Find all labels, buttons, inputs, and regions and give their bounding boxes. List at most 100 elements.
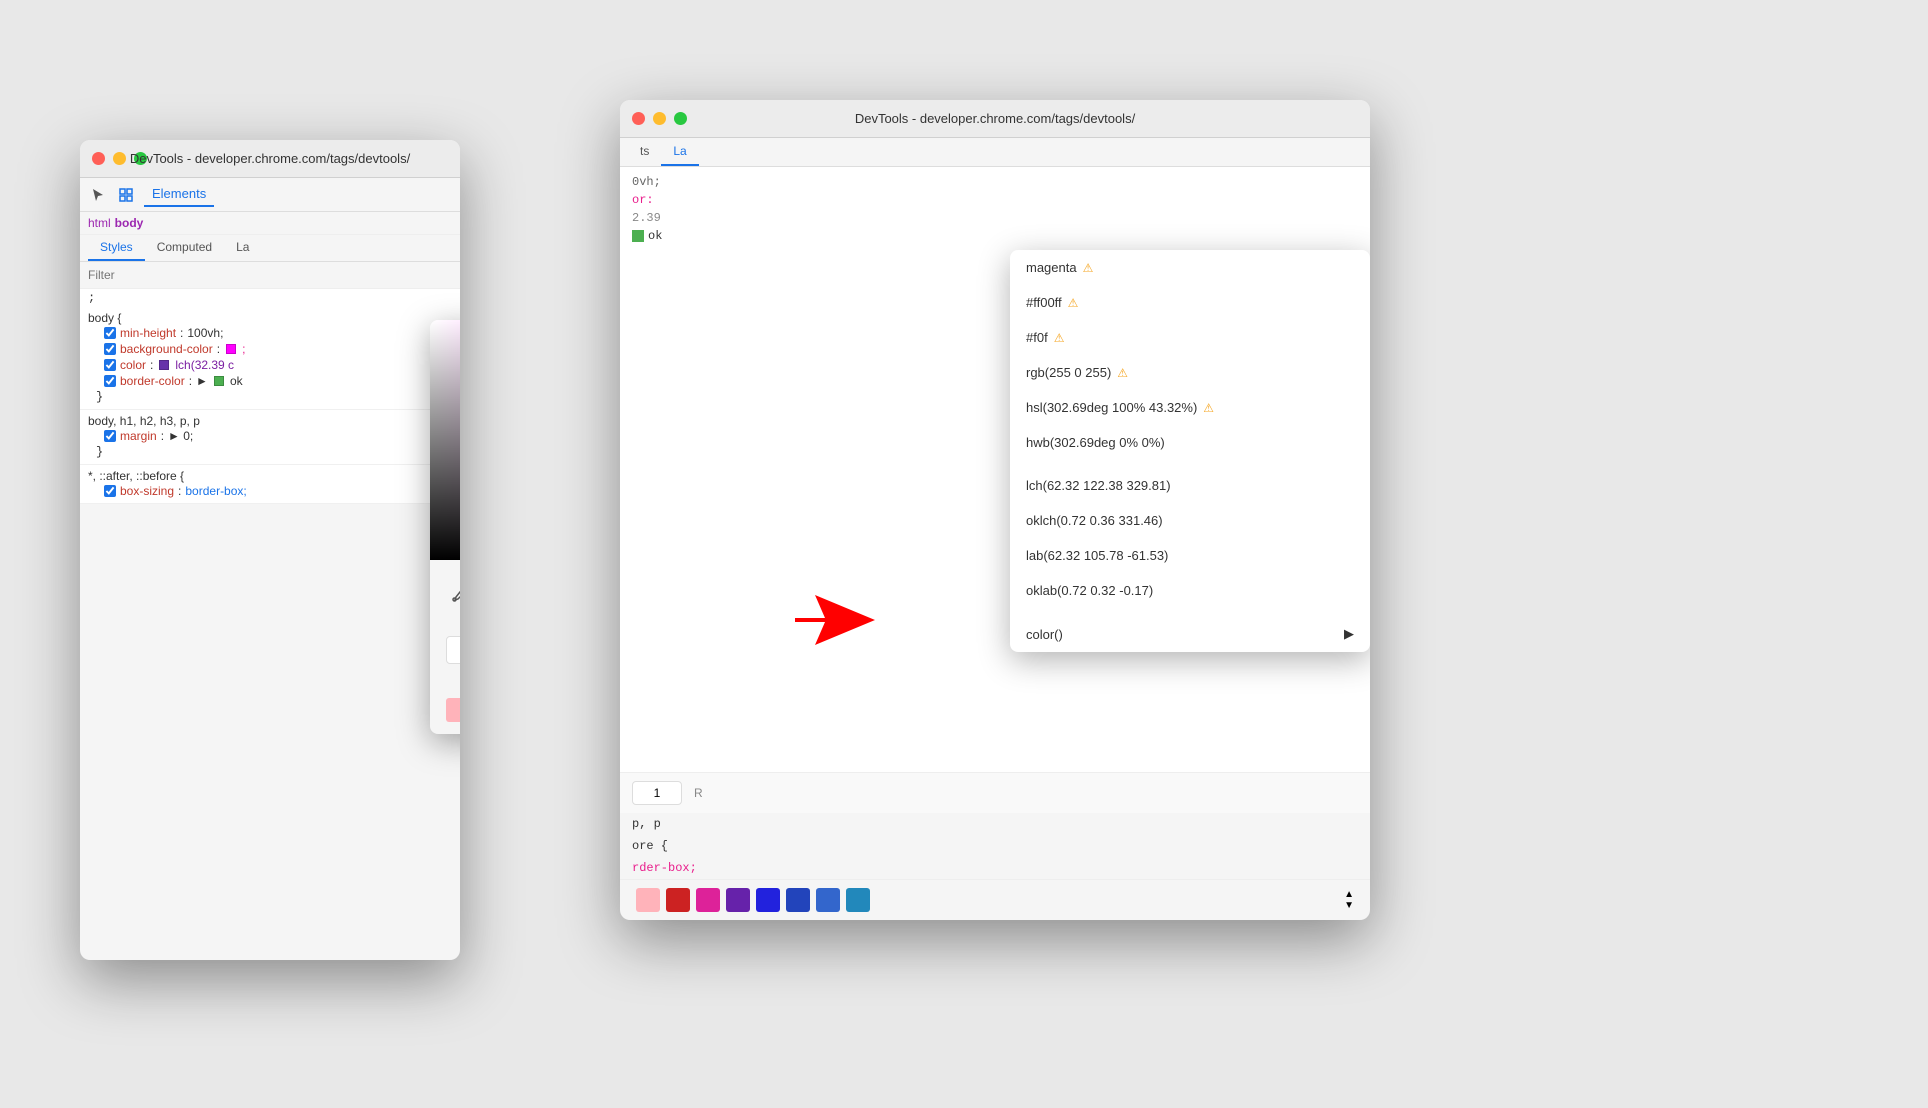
format-lch[interactable]: lch(62.32 122.38 329.81)	[1010, 468, 1370, 503]
back-tab-la[interactable]: La	[661, 138, 698, 166]
color-gradient[interactable]: sRGB	[430, 320, 460, 560]
picker-controls	[430, 560, 460, 628]
css-prop-bg-color: background-color : ;	[88, 341, 452, 357]
css-separator: ;	[80, 289, 460, 307]
back-swatch-5[interactable]	[756, 888, 780, 912]
cursor-icon[interactable]	[88, 185, 108, 205]
margin-checkbox[interactable]	[104, 430, 116, 442]
border-color-arrow: ►	[196, 374, 208, 388]
front-close-button[interactable]	[92, 152, 105, 165]
css-rule-universal: *, ::after, ::before { box-sizing : bord…	[80, 465, 460, 504]
styles-panel: ; body { min-height : 100vh; background-…	[80, 289, 460, 504]
format-f0f-label: #f0f	[1026, 330, 1048, 345]
front-elements-tab[interactable]: Elements	[144, 182, 214, 207]
format-hsl-warning: ⚠	[1203, 401, 1214, 415]
format-ff00ff[interactable]: #ff00ff ⚠	[1010, 285, 1370, 320]
box-sizing-value: border-box;	[185, 484, 246, 498]
back-r-label: R	[694, 786, 703, 800]
back-value-input[interactable]	[632, 781, 682, 805]
back-devtools-window: DevTools - developer.chrome.com/tags/dev…	[620, 100, 1370, 920]
swatch-1[interactable]	[446, 698, 460, 722]
format-magenta[interactable]: magenta ⚠	[1010, 250, 1370, 285]
body-selector: body {	[88, 311, 452, 325]
format-hsl-label: hsl(302.69deg 100% 43.32%)	[1026, 400, 1197, 415]
back-swatch-8[interactable]	[846, 888, 870, 912]
inspect-icon[interactable]	[116, 185, 136, 205]
swatches-up-btn[interactable]: ▲	[1344, 890, 1354, 900]
back-swatch-1[interactable]	[636, 888, 660, 912]
headings-rule-close: }	[88, 444, 452, 460]
back-swatch-4[interactable]	[726, 888, 750, 912]
front-minimize-button[interactable]	[113, 152, 126, 165]
color-swatches: ▲ ▼	[430, 690, 460, 734]
css-prop-color: color : lch(32.39 c	[88, 357, 452, 373]
back-maximize-button[interactable]	[674, 112, 687, 125]
format-rgb-warning: ⚠	[1117, 366, 1128, 380]
back-swatch-3[interactable]	[696, 888, 720, 912]
format-lab[interactable]: lab(62.32 105.78 -61.53)	[1010, 538, 1370, 573]
bg-color-prop-name: background-color	[120, 342, 213, 356]
box-sizing-checkbox[interactable]	[104, 485, 116, 497]
format-divider-2	[1010, 608, 1370, 616]
color-prop-name: color	[120, 358, 146, 372]
body-rule-close: }	[88, 389, 452, 405]
border-color-swatch[interactable]	[214, 376, 224, 386]
front-devtools-window: DevTools - developer.chrome.com/tags/dev…	[80, 140, 460, 960]
styles-sub-tabs: Styles Computed La	[80, 235, 460, 262]
min-height-checkbox[interactable]	[104, 327, 116, 339]
sub-tab-computed[interactable]: Computed	[145, 235, 224, 261]
format-oklab-label: oklab(0.72 0.32 -0.17)	[1026, 583, 1153, 598]
back-swatches-row: ▲ ▼	[620, 879, 1370, 920]
format-oklab[interactable]: oklab(0.72 0.32 -0.17)	[1010, 573, 1370, 608]
eyedropper-button[interactable]	[446, 580, 460, 608]
back-swatch-2[interactable]	[666, 888, 690, 912]
css-prop-min-height: min-height : 100vh;	[88, 325, 452, 341]
picker-inputs: R G B A ▲ ▼	[430, 628, 460, 690]
sub-tab-styles[interactable]: Styles	[88, 235, 145, 261]
box-sizing-colon: :	[178, 484, 181, 498]
format-lab-label: lab(62.32 105.78 -61.53)	[1026, 548, 1168, 563]
css-prop-border-color: border-color : ► ok	[88, 373, 452, 389]
format-ff00ff-warning: ⚠	[1068, 296, 1079, 310]
back-swatch-7[interactable]	[816, 888, 840, 912]
back-tab-ts[interactable]: ts	[628, 138, 661, 166]
front-window-title: DevTools - developer.chrome.com/tags/dev…	[130, 151, 410, 166]
front-toolbar: Elements	[80, 178, 460, 212]
format-hwb[interactable]: hwb(302.69deg 0% 0%)	[1010, 425, 1370, 460]
color-checkbox[interactable]	[104, 359, 116, 371]
format-hsl[interactable]: hsl(302.69deg 100% 43.32%) ⚠	[1010, 390, 1370, 425]
format-hwb-label: hwb(302.69deg 0% 0%)	[1026, 435, 1165, 450]
format-oklch[interactable]: oklch(0.72 0.36 331.46)	[1010, 503, 1370, 538]
border-color-checkbox[interactable]	[104, 375, 116, 387]
format-oklch-label: oklch(0.72 0.36 331.46)	[1026, 513, 1163, 528]
css-rule-body: body { min-height : 100vh; background-co…	[80, 307, 460, 410]
swatches-down-btn[interactable]: ▼	[1344, 901, 1354, 911]
back-swatch-6[interactable]	[786, 888, 810, 912]
format-color-fn-label: color()	[1026, 627, 1063, 642]
format-f0f[interactable]: #f0f ⚠	[1010, 320, 1370, 355]
color-swatch[interactable]	[159, 360, 169, 370]
rgba-inputs: R G B A	[446, 636, 460, 678]
back-window-titlebar: DevTools - developer.chrome.com/tags/dev…	[620, 100, 1370, 138]
breadcrumb-html[interactable]: html	[88, 216, 111, 230]
format-dropdown: magenta ⚠ #ff00ff ⚠ #f0f ⚠ rgb(255 0 255…	[1010, 250, 1370, 652]
breadcrumb-body[interactable]: body	[115, 216, 144, 230]
css-prop-margin: margin : ► 0;	[88, 428, 452, 444]
min-height-colon: :	[180, 326, 183, 340]
filter-input[interactable]	[88, 268, 452, 282]
format-rgb[interactable]: rgb(255 0 255) ⚠	[1010, 355, 1370, 390]
body-headings-selector: body, h1, h2, h3, p, p	[88, 414, 452, 428]
front-devtools-content: Elements html body Styles Computed La ; …	[80, 178, 460, 960]
box-sizing-prop-name: box-sizing	[120, 484, 174, 498]
color-picker-popup: sRGB	[430, 320, 460, 734]
back-window-title: DevTools - developer.chrome.com/tags/dev…	[855, 111, 1135, 126]
bg-color-value: ;	[242, 342, 245, 356]
bg-color-checkbox[interactable]	[104, 343, 116, 355]
sub-tab-la[interactable]: La	[224, 235, 261, 261]
back-minimize-button[interactable]	[653, 112, 666, 125]
format-lch-label: lch(62.32 122.38 329.81)	[1026, 478, 1171, 493]
format-color-fn[interactable]: color() ▶	[1010, 616, 1370, 652]
back-close-button[interactable]	[632, 112, 645, 125]
bg-color-swatch[interactable]	[226, 344, 236, 354]
rgba-r-input[interactable]	[446, 636, 460, 664]
